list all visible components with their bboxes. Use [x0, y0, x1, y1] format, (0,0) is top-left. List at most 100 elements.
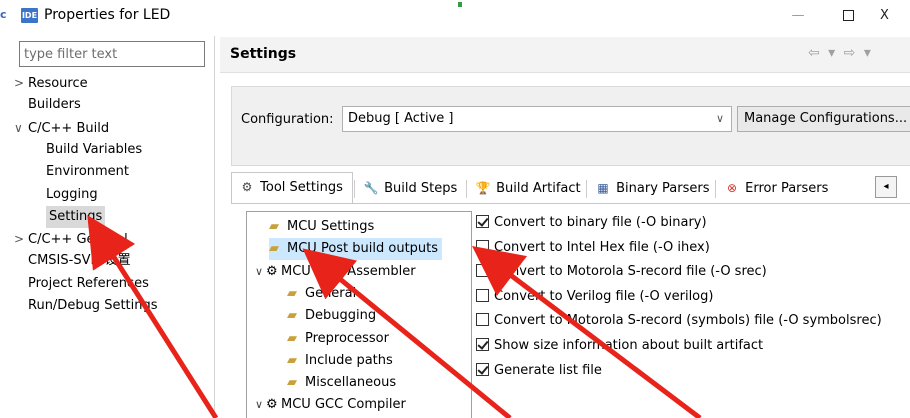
- tab-build-steps[interactable]: 🔧 Build Steps: [356, 174, 458, 202]
- green-marker: [458, 2, 462, 7]
- tab-separator: [354, 180, 355, 198]
- option-row[interactable]: Convert to Motorola S-record file (-O sr…: [476, 261, 767, 283]
- tab-label: Binary Parsers: [616, 181, 710, 196]
- tab-separator: [715, 180, 716, 198]
- tab-label: Tool Settings: [260, 180, 343, 195]
- tool-tree-item[interactable]: ▰ Miscellaneous: [287, 372, 396, 394]
- folder-gear-icon: ▰: [287, 352, 297, 368]
- option-label: Convert to binary file (-O binary): [494, 215, 707, 230]
- tool-tree-label: Debugging: [305, 308, 377, 324]
- folder-gear-icon: ▰: [287, 330, 297, 346]
- tree-item-label: Logging: [46, 186, 98, 202]
- tree-item-label: Environment: [46, 164, 130, 180]
- tab-tool-settings[interactable]: ⚙ Tool Settings: [231, 172, 353, 204]
- chevron-right-icon[interactable]: >: [14, 72, 28, 94]
- folder-gear-icon: ▰: [269, 219, 279, 234]
- gear-icon: ⚙: [241, 180, 253, 194]
- tree-item-label: Resource: [28, 76, 88, 91]
- tool-settings-tree: ▰ MCU Settings ▰ MCU Post build outputs ∨ ⚙ MC…: [246, 211, 472, 418]
- tool-tree-item[interactable]: ▰ MCU Post build outputs: [269, 238, 443, 261]
- checkbox[interactable]: [476, 338, 489, 351]
- tree-item-label: C/C++ General: [28, 232, 128, 248]
- error-icon: ⊗: [726, 181, 738, 195]
- tree-item[interactable]: > C/C++ General: [14, 228, 128, 250]
- history-nav-icons[interactable]: ⇦ ▾ ⇨ ▾: [808, 45, 873, 61]
- tree-item[interactable]: Run/Debug Settings: [28, 295, 158, 317]
- configuration-value: Debug [ Active ]: [348, 111, 454, 126]
- tree-item[interactable]: ∨ C/C++ Build: [14, 117, 109, 139]
- tab-error-parsers[interactable]: ⊗ Error Parsers: [717, 174, 828, 202]
- tool-tree-label: MCU GCC Assembler: [281, 263, 416, 279]
- tree-item[interactable]: Logging: [46, 184, 98, 206]
- checkbox[interactable]: [476, 264, 489, 278]
- pane-divider[interactable]: [214, 36, 215, 418]
- tool-tree-item[interactable]: ∨ ⚙ MCU GCC Assembler: [255, 261, 416, 283]
- tool-tree-item[interactable]: ▰ General: [287, 283, 356, 305]
- page-title: Settings: [230, 46, 297, 62]
- tab-build-artifact[interactable]: 🏆 Build Artifact: [468, 174, 581, 202]
- tab-bar: ⚙ Tool Settings 🔧 Build Steps 🏆 Build Arti…: [231, 172, 910, 204]
- tree-item[interactable]: CMSIS-SVD 设置: [28, 250, 131, 272]
- folder-gear-icon: ▰: [287, 285, 297, 301]
- option-row[interactable]: Show size information about built artifa…: [476, 335, 763, 357]
- tab-underline: [231, 203, 910, 204]
- settings-header: Settings ⇦ ▾ ⇨ ▾: [220, 37, 910, 73]
- tab-separator: [466, 180, 467, 198]
- checkbox[interactable]: [476, 362, 489, 376]
- option-row[interactable]: Generate list file: [476, 360, 602, 382]
- close-button[interactable]: X: [880, 2, 910, 30]
- folder-gear-icon: ▰: [287, 375, 297, 391]
- manage-configurations-button[interactable]: Manage Configurations...: [737, 106, 910, 132]
- tool-tree-label: MCU Post build outputs: [287, 241, 439, 257]
- property-page-tree: > Resource Builders ∨ C/C++ Build Build Varia…: [14, 72, 210, 418]
- tab-label: Build Artifact: [496, 181, 581, 196]
- tool-tree-item[interactable]: ▰ Debugging: [287, 305, 376, 327]
- minimize-button[interactable]: —: [778, 2, 818, 30]
- tool-tree-item[interactable]: ∨ ⚙ MCU GCC Compiler: [255, 394, 406, 416]
- tool-tree-item[interactable]: ▰ MCU Settings: [269, 216, 374, 238]
- tree-item-label: C/C++ Build: [28, 120, 110, 136]
- configuration-select[interactable]: Debug [ Active ] ∨: [342, 106, 732, 132]
- window-title: Properties for LED: [44, 7, 171, 23]
- tool-tree-label: Include paths: [305, 352, 393, 368]
- tool-tree-label: MCU Settings: [287, 219, 375, 234]
- tree-item[interactable]: Project References: [28, 273, 149, 295]
- tool-tree-item[interactable]: ▰ Preprocessor: [287, 328, 389, 350]
- tab-separator: [586, 180, 587, 198]
- option-row[interactable]: Convert to binary file (-O binary): [476, 212, 707, 234]
- option-row[interactable]: Convert to Verilog file (-O verilog): [476, 286, 713, 308]
- filter-input[interactable]: [19, 41, 205, 67]
- option-label: Convert to Verilog file (-O verilog): [494, 288, 714, 304]
- option-label: Generate list file: [494, 362, 602, 378]
- tree-item[interactable]: Builders: [28, 94, 81, 116]
- chevron-down-icon[interactable]: ∨: [14, 117, 28, 139]
- tool-tree-label: MCU GCC Compiler: [281, 397, 406, 413]
- tab-label: Error Parsers: [745, 181, 829, 196]
- tool-tree-item[interactable]: ▰ Include paths: [287, 350, 393, 372]
- maximize-icon: [842, 10, 854, 21]
- tree-item[interactable]: > Resource: [14, 72, 88, 94]
- title-bar: c IDE Properties for LED — X: [0, 0, 910, 32]
- checkbox[interactable]: [476, 215, 489, 228]
- maximize-button[interactable]: [828, 2, 868, 30]
- checkbox[interactable]: [476, 313, 489, 327]
- checkbox[interactable]: [476, 239, 489, 253]
- tree-item[interactable]: Environment: [46, 161, 129, 183]
- trophy-icon: 🏆: [475, 181, 491, 195]
- checkbox[interactable]: [476, 288, 489, 302]
- tabs-scroll-left-button[interactable]: ◂: [875, 176, 897, 198]
- ide-app-icon: IDE: [21, 8, 38, 23]
- chevron-down-icon[interactable]: ∨: [255, 261, 266, 283]
- chevron-down-icon[interactable]: ∨: [255, 394, 266, 416]
- tab-binary-parsers[interactable]: ▦ Binary Parsers: [588, 174, 710, 202]
- option-row[interactable]: Convert to Motorola S-record (symbols) f…: [476, 310, 882, 332]
- chevron-right-icon[interactable]: >: [14, 228, 28, 250]
- option-label: Convert to Intel Hex file (-O ihex): [494, 239, 710, 255]
- tree-item-label: CMSIS-SVD 设置: [28, 253, 131, 269]
- tree-item-label: Settings: [49, 208, 103, 224]
- tree-item[interactable]: Build Variables: [46, 139, 142, 161]
- option-row[interactable]: Convert to Intel Hex file (-O ihex): [476, 237, 710, 259]
- option-label: Show size information about built artifa…: [494, 338, 764, 353]
- tree-item[interactable]: Settings: [46, 205, 106, 228]
- configuration-label: Configuration:: [241, 112, 334, 127]
